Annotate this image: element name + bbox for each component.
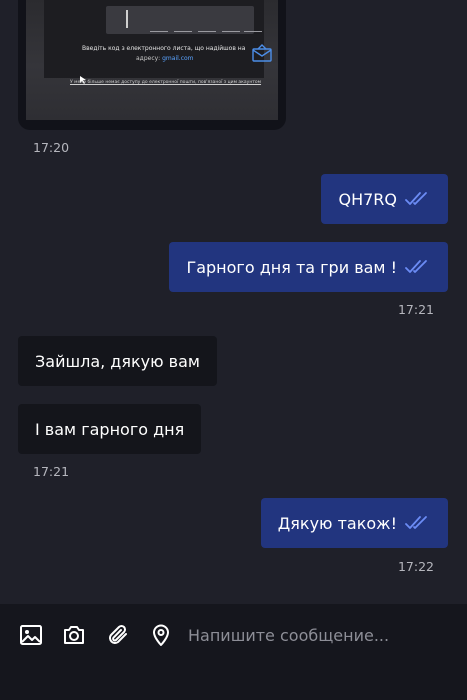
- outgoing-message[interactable]: Дякую також!: [260, 498, 448, 548]
- message-text: Гарного дня та гри вам !: [186, 257, 397, 277]
- message-text: І вам гарного дня: [35, 419, 185, 439]
- double-check-icon: [405, 192, 427, 205]
- photo-instruction-text: Введіть код з електронного листа, що над…: [82, 45, 246, 52]
- double-check-icon: [405, 260, 427, 273]
- incoming-message[interactable]: І вам гарного дня: [18, 404, 202, 454]
- message-text: Дякую також!: [277, 513, 397, 533]
- outgoing-message[interactable]: QH7RQ: [321, 174, 448, 224]
- message-time: 17:21: [33, 464, 70, 479]
- message-time: 17:20: [33, 140, 70, 155]
- outgoing-message[interactable]: Гарного дня та гри вам !: [169, 242, 448, 292]
- image-icon: [20, 625, 42, 645]
- chat-area: Введіть код з електронного листа, що над…: [0, 0, 467, 604]
- camera-button[interactable]: [61, 622, 87, 648]
- message-time: 17:21: [397, 302, 434, 317]
- photo-screen: Введіть код з електронного листа, що над…: [44, 0, 264, 78]
- incoming-message[interactable]: Зайшла, дякую вам: [18, 336, 217, 386]
- photo-address-text: адресу: gmail.com: [136, 55, 194, 62]
- camera-icon: [64, 626, 84, 644]
- message-time: 17:22: [397, 559, 434, 574]
- attach-file-button[interactable]: [105, 622, 131, 648]
- location-pin-icon: [153, 624, 169, 646]
- double-check-icon: [405, 516, 427, 529]
- attach-image-button[interactable]: [18, 622, 44, 648]
- paperclip-icon: [109, 624, 127, 644]
- message-input[interactable]: [188, 620, 450, 650]
- photo-footnote-text: У мене більше немає доступу до електронн…: [70, 80, 262, 85]
- message-text: Зайшла, дякую вам: [35, 351, 200, 371]
- share-location-button[interactable]: [148, 622, 174, 648]
- code-input-box: [106, 6, 254, 34]
- message-composer: [0, 604, 467, 700]
- photo-message[interactable]: Введіть код з електронного листа, що над…: [18, 0, 286, 130]
- message-text: QH7RQ: [338, 189, 397, 209]
- email-envelope-icon: [252, 44, 272, 62]
- screenshot-photo[interactable]: Введіть код з електронного листа, що над…: [26, 0, 278, 120]
